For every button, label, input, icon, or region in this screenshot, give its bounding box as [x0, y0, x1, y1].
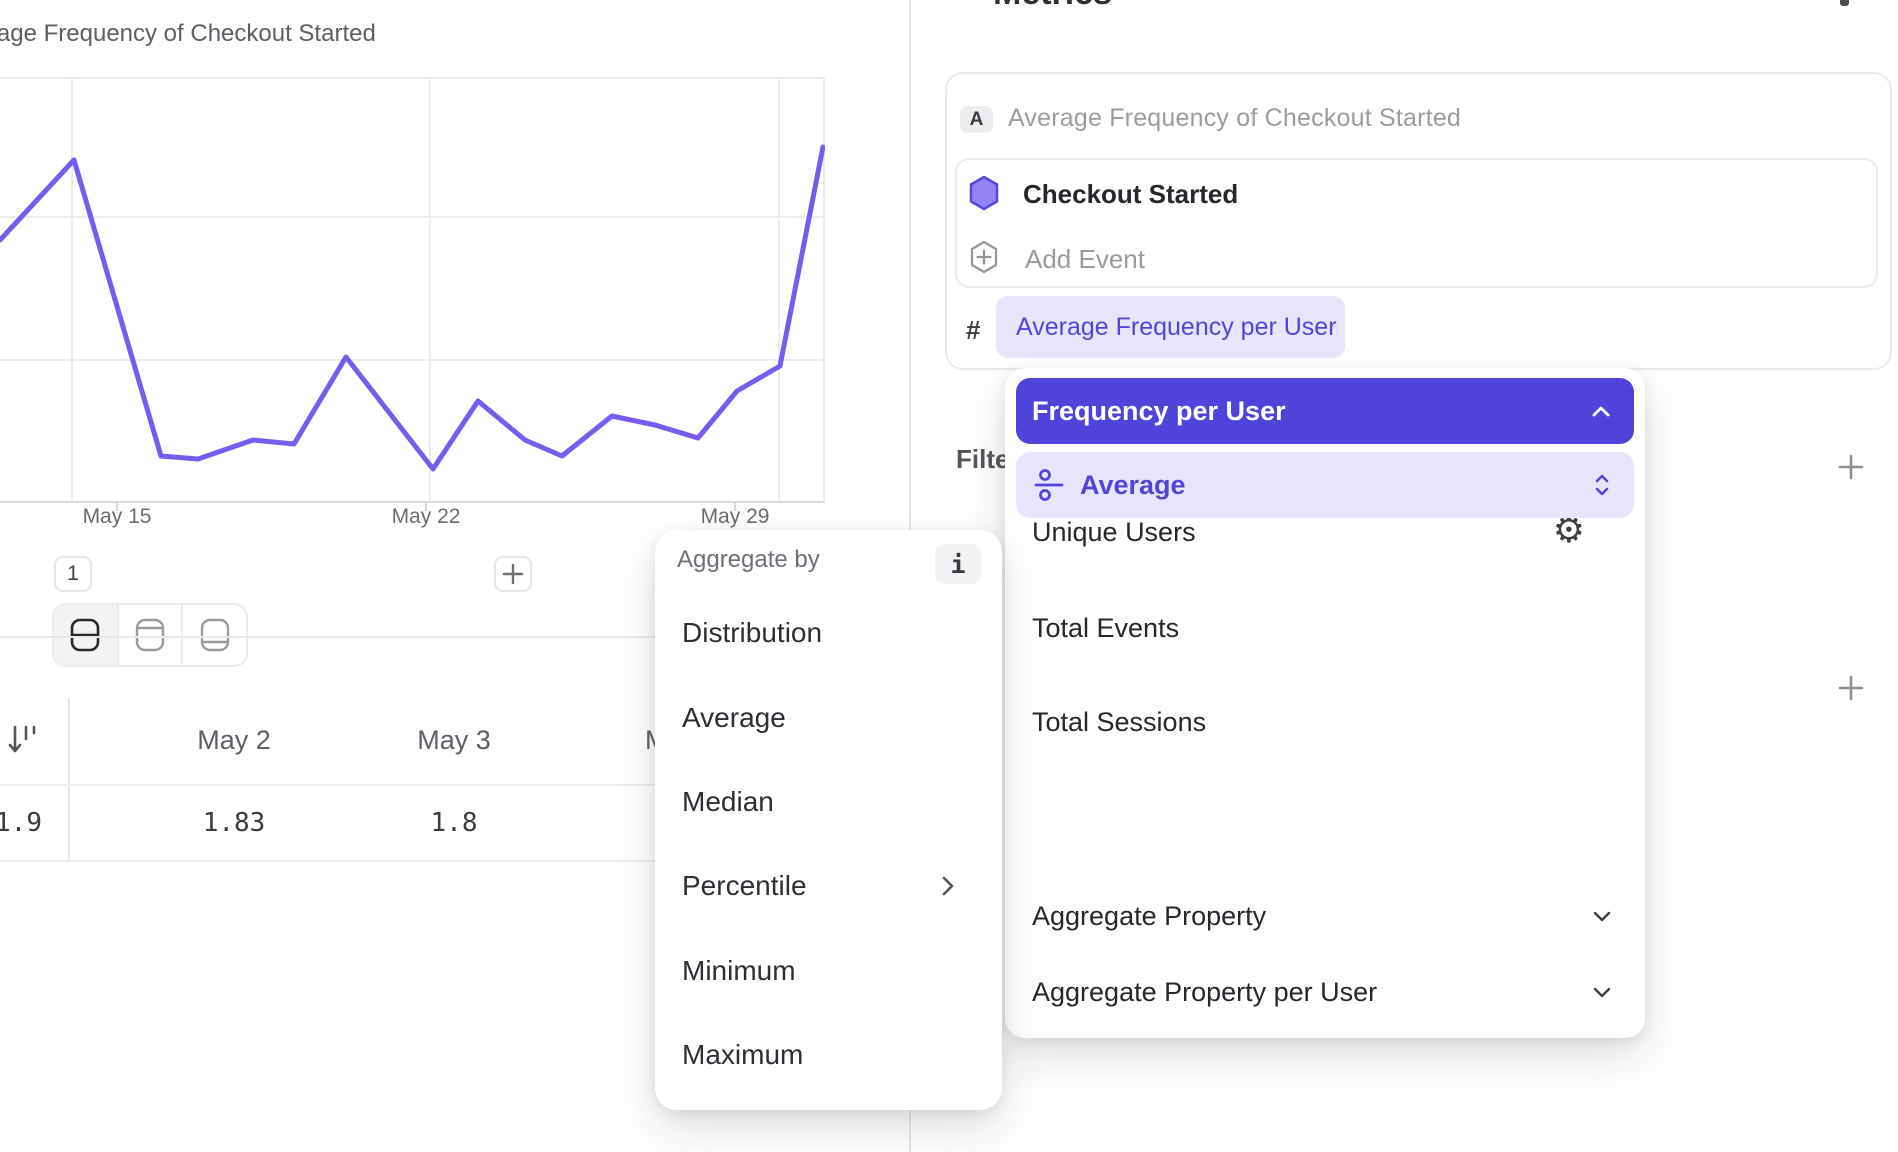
menu-item-total-sessions[interactable]: Total Sessions	[1032, 705, 1206, 739]
metrics-heading: Metrics	[993, 0, 1112, 13]
menu-item-unique-users[interactable]: Unique Users	[1032, 515, 1196, 549]
menu-item-average[interactable]: Average	[682, 700, 786, 736]
plus-icon	[1837, 674, 1865, 702]
menu-item-label: Average	[1080, 470, 1186, 501]
x-tick-label: May 22	[392, 505, 461, 529]
split-bottom-icon	[197, 617, 233, 653]
table-cell: 1.8	[354, 808, 554, 838]
layout-split-bottom-button[interactable]	[183, 605, 246, 665]
chart-title: Average Frequency of Checkout Started	[0, 20, 376, 48]
add-breakdown-button[interactable]	[1833, 670, 1869, 706]
formula-symbol: #	[966, 315, 980, 346]
table-cell-frozen: 1.9	[0, 808, 42, 838]
chevron-up-icon	[1592, 406, 1610, 417]
sort-descending-icon	[6, 722, 40, 758]
plus-icon	[502, 563, 524, 585]
average-divide-icon	[1032, 468, 1066, 502]
menu-item-aggregate-property-per-user[interactable]: Aggregate Property per User	[1032, 975, 1377, 1009]
metric-title[interactable]: Average Frequency of Checkout Started	[1008, 104, 1461, 133]
chevron-down-icon	[1593, 987, 1611, 998]
x-tick-label: May 15	[83, 505, 152, 529]
chevron-right-icon	[941, 874, 955, 898]
measurement-dropdown-label: Average Frequency per User	[1016, 313, 1337, 342]
table-header-may3[interactable]: May 3	[354, 725, 554, 755]
menu-item-distribution[interactable]: Distribution	[682, 615, 822, 651]
event-name[interactable]: Checkout Started	[1023, 179, 1238, 210]
add-event-icon[interactable]	[969, 240, 999, 274]
menu-item-average[interactable]: Average	[1016, 452, 1634, 518]
aggregate-by-menu: Aggregate by i Distribution Average Medi…	[655, 530, 1002, 1110]
split-middle-icon	[67, 617, 103, 653]
aggregate-by-header: Aggregate by	[677, 546, 820, 574]
menu-item-total-events[interactable]: Total Events	[1032, 611, 1179, 645]
menu-item-percentile[interactable]: Percentile	[682, 868, 807, 904]
menu-item-frequency-per-user[interactable]: Frequency per User	[1016, 378, 1634, 444]
insights-editor: Average Frequency of Checkout Started Ma…	[0, 0, 1898, 1152]
add-filter-button[interactable]	[1833, 449, 1869, 485]
granularity-input[interactable]: 1	[54, 556, 92, 592]
layout-split-middle-button[interactable]	[54, 605, 119, 665]
layout-split-top-button[interactable]	[119, 605, 184, 665]
measurement-dropdown[interactable]: Average Frequency per User	[996, 296, 1345, 358]
table-frozen-column-divider	[68, 698, 70, 862]
add-metric-icon[interactable]	[1840, 0, 1849, 6]
event-hexagon-icon	[968, 175, 1000, 211]
sort-button[interactable]	[6, 722, 40, 763]
x-tick-label: May 29	[701, 505, 770, 529]
menu-item-maximum[interactable]: Maximum	[682, 1037, 803, 1073]
chevron-up-down-icon	[1594, 473, 1610, 497]
measuring-menu: Measuring Advanced Unique Users ⚙ Total …	[1005, 368, 1645, 1038]
menu-item-median[interactable]: Median	[682, 784, 774, 820]
menu-item-minimum[interactable]: Minimum	[682, 953, 796, 989]
menu-item-aggregate-property[interactable]: Aggregate Property	[1032, 899, 1266, 933]
split-top-icon	[132, 617, 168, 653]
layout-toggle-group	[52, 603, 248, 667]
info-icon[interactable]: i	[935, 544, 981, 584]
table-cell: 1.83	[134, 808, 334, 838]
plus-icon	[1837, 453, 1865, 481]
add-event-label[interactable]: Add Event	[1025, 244, 1145, 275]
menu-item-label: Frequency per User	[1032, 396, 1286, 427]
add-granularity-button[interactable]	[494, 556, 532, 592]
line-chart	[0, 77, 825, 517]
chevron-down-icon	[1593, 911, 1611, 922]
metric-badge: A	[960, 106, 993, 133]
table-header-may2[interactable]: May 2	[134, 725, 334, 755]
